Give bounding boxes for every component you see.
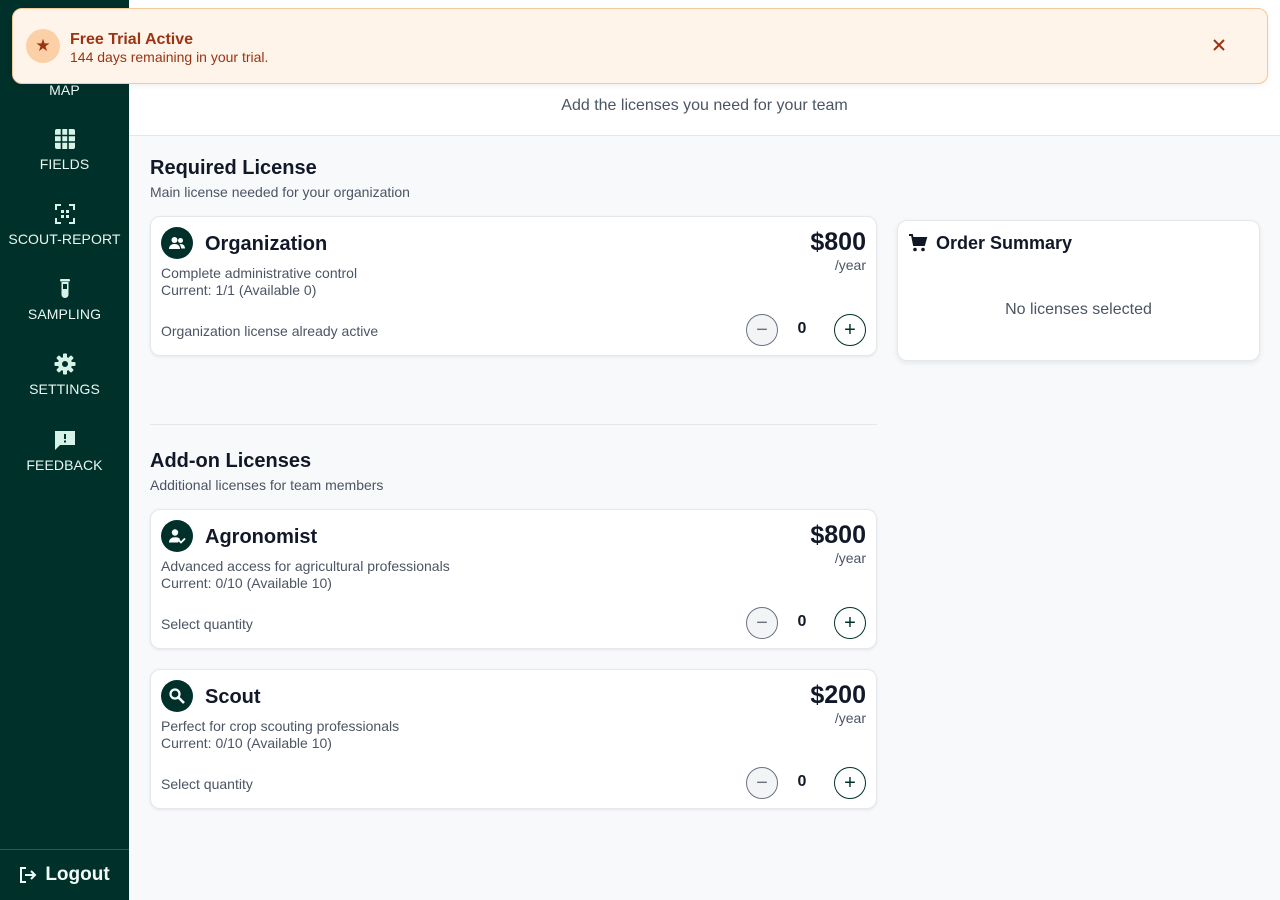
logout-icon bbox=[20, 867, 37, 883]
users-icon bbox=[161, 227, 193, 259]
cart-icon bbox=[909, 234, 928, 252]
license-card-scout: Scout Perfect for crop scouting professi… bbox=[150, 669, 877, 809]
sidebar-item-label: FEEDBACK bbox=[26, 457, 103, 473]
gear-icon bbox=[54, 353, 75, 375]
banner-title: Free Trial Active bbox=[70, 31, 194, 48]
increment-button[interactable]: + bbox=[834, 767, 866, 799]
test-tube-icon bbox=[59, 279, 70, 298]
license-description: Perfect for crop scouting professionals bbox=[161, 718, 400, 734]
license-current: Current: 1/1 (Available 0) bbox=[161, 282, 317, 298]
search-icon bbox=[161, 680, 193, 712]
sidebar-item-fields[interactable]: FIELDS bbox=[0, 128, 129, 174]
star-icon: ★ bbox=[26, 29, 60, 63]
sidebar-item-scout-report[interactable]: SCOUT-REPORT bbox=[0, 203, 129, 249]
sidebar-item-feedback[interactable]: FEEDBACK bbox=[0, 429, 129, 475]
sidebar-item-label: MAP bbox=[49, 82, 80, 98]
sidebar-item-label: SCOUT-REPORT bbox=[8, 231, 121, 247]
license-card-organization: Organization Complete administrative con… bbox=[150, 216, 877, 356]
sidebar-item-label: SAMPLING bbox=[27, 306, 102, 322]
sidebar-item-sampling[interactable]: SAMPLING bbox=[0, 278, 129, 324]
license-price: $800 bbox=[810, 521, 866, 549]
logout-button[interactable]: Logout bbox=[0, 849, 129, 900]
sidebar-item-settings[interactable]: SETTINGS bbox=[0, 353, 129, 399]
decrement-button[interactable]: − bbox=[746, 314, 778, 346]
banner-text: 144 days remaining in your trial. bbox=[70, 49, 269, 65]
quantity-value: 0 bbox=[797, 320, 807, 337]
sidebar-item-label: SETTINGS bbox=[29, 381, 100, 397]
license-description: Complete administrative control bbox=[161, 265, 358, 281]
trial-banner: ★ Free Trial Active 144 days remaining i… bbox=[12, 8, 1268, 84]
quantity-value: 0 bbox=[797, 613, 807, 630]
decrement-button[interactable]: − bbox=[746, 607, 778, 639]
order-summary: Order Summary No licenses selected bbox=[897, 220, 1260, 361]
main-content: Add the licenses you need for your team … bbox=[129, 0, 1280, 900]
user-check-icon bbox=[161, 520, 193, 552]
license-card-agronomist: Agronomist Advanced access for agricultu… bbox=[150, 509, 877, 649]
license-name: Agronomist bbox=[205, 526, 318, 548]
section-divider bbox=[150, 424, 877, 425]
license-status: Select quantity bbox=[161, 616, 253, 632]
page-subtitle: Add the licenses you need for your team bbox=[561, 97, 848, 114]
license-period: /year bbox=[834, 257, 866, 273]
addon-section-title: Add-on Licenses bbox=[150, 450, 312, 472]
sidebar: MAP FIELDS SCOUT-REPORT SAMPLING SETTING… bbox=[0, 0, 129, 900]
license-name: Organization bbox=[205, 233, 328, 255]
addon-section-subtitle: Additional licenses for team members bbox=[150, 477, 384, 493]
license-current: Current: 0/10 (Available 10) bbox=[161, 735, 332, 751]
feedback-icon bbox=[54, 431, 75, 450]
license-period: /year bbox=[834, 550, 866, 566]
license-status: Select quantity bbox=[161, 776, 253, 792]
license-description: Advanced access for agricultural profess… bbox=[161, 558, 450, 574]
sidebar-item-map[interactable]: MAP bbox=[0, 82, 129, 100]
quantity-value: 0 bbox=[797, 773, 807, 790]
order-summary-title: Order Summary bbox=[936, 233, 1073, 253]
license-name: Scout bbox=[205, 686, 261, 708]
grid-icon bbox=[54, 129, 75, 149]
license-price: $200 bbox=[810, 681, 866, 709]
order-summary-empty: No licenses selected bbox=[1005, 301, 1152, 318]
required-section-subtitle: Main license needed for your organizatio… bbox=[150, 184, 410, 200]
license-period: /year bbox=[834, 710, 866, 726]
sidebar-item-label: FIELDS bbox=[39, 156, 90, 172]
required-section-title: Required License bbox=[150, 157, 317, 179]
license-current: Current: 0/10 (Available 10) bbox=[161, 575, 332, 591]
license-status: Organization license already active bbox=[161, 323, 379, 339]
increment-button[interactable]: + bbox=[834, 607, 866, 639]
scan-icon bbox=[54, 204, 75, 224]
decrement-button[interactable]: − bbox=[746, 767, 778, 799]
logout-label: Logout bbox=[45, 864, 110, 885]
increment-button[interactable]: + bbox=[834, 314, 866, 346]
close-icon[interactable] bbox=[1209, 35, 1229, 55]
license-price: $800 bbox=[810, 228, 866, 256]
